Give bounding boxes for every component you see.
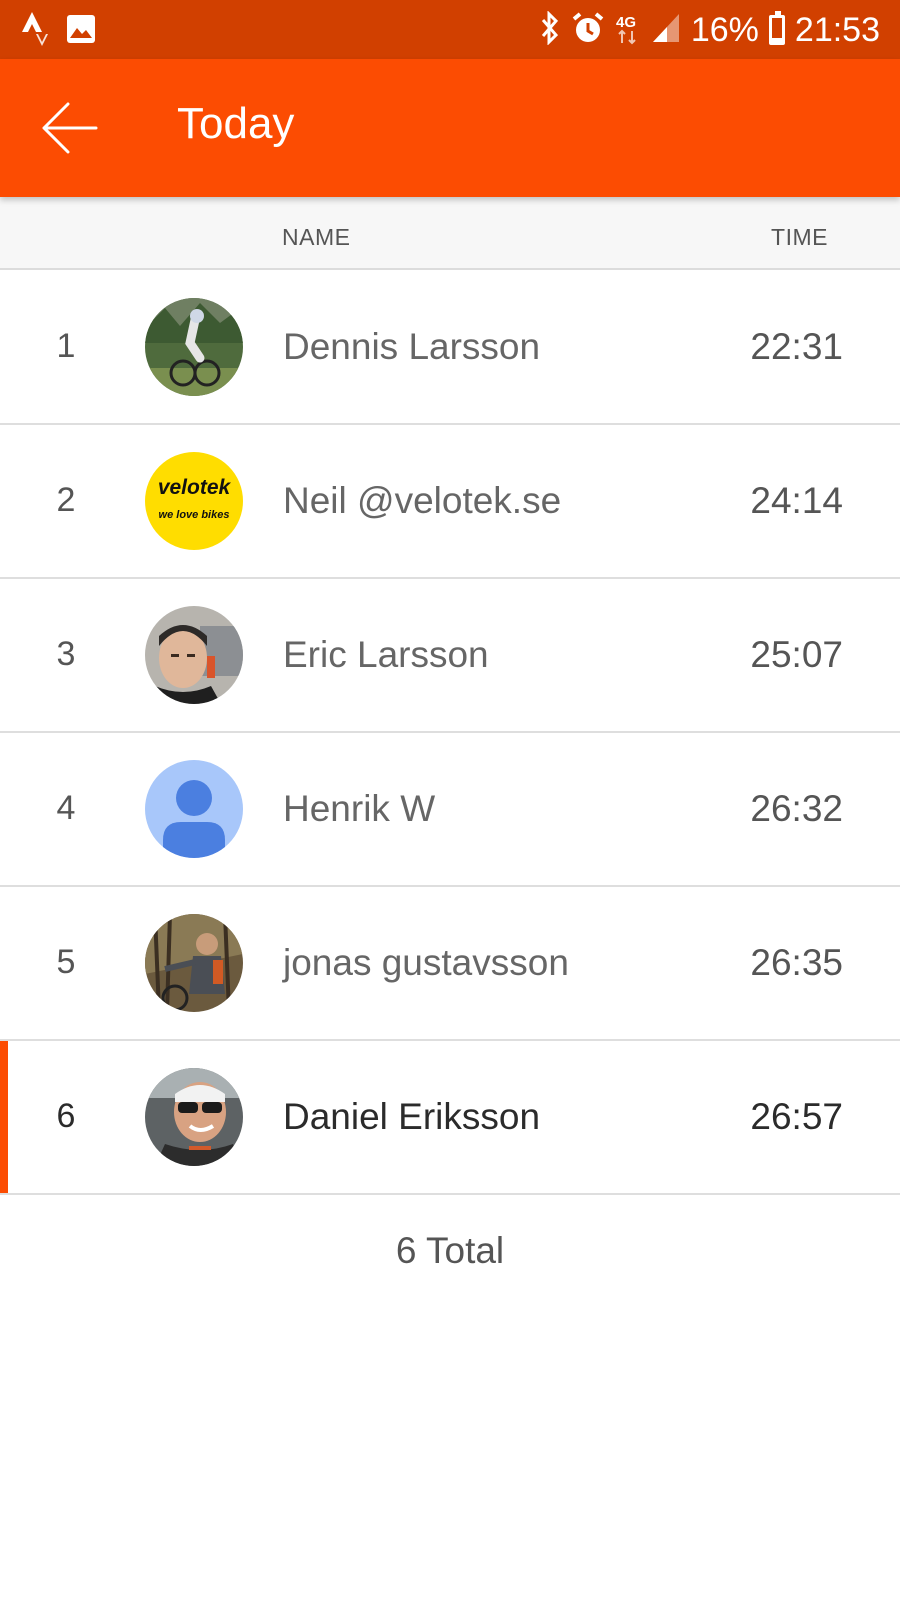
athlete-name: Daniel Eriksson <box>283 1096 541 1137</box>
rank: 6 <box>56 1097 76 1135</box>
leaderboard-list: 1 Dennis Larsson 22:31 2 velotek we love… <box>0 271 900 1195</box>
table-header: NAME TIME <box>0 197 900 270</box>
leaderboard-row[interactable]: 1 Dennis Larsson 22:31 <box>0 271 900 425</box>
avatar-photo-forest-rider[interactable] <box>145 914 243 1012</box>
athlete-name: Dennis Larsson <box>283 326 541 367</box>
column-header-name: NAME <box>282 224 351 250</box>
back-button[interactable] <box>30 93 110 163</box>
alarm-icon <box>571 11 605 50</box>
athlete-name: Henrik W <box>283 788 436 829</box>
avatar-photo-sunglasses[interactable] <box>145 1068 243 1166</box>
status-bar: 4G 16% 21:53 <box>0 0 900 59</box>
battery-icon <box>768 11 785 45</box>
default-person-icon <box>145 760 243 858</box>
leaderboard-row-current-user[interactable]: 6 Daniel Eriksson 26:57 <box>0 1041 900 1195</box>
bluetooth-icon <box>539 9 561 50</box>
leaderboard-row[interactable]: 4 Henrik W 26:32 <box>0 733 900 887</box>
time-value: 26:32 <box>750 788 843 829</box>
total-count: 6 Total <box>395 1230 505 1271</box>
4g-icon: 4G <box>615 11 641 50</box>
rank: 2 <box>56 481 76 519</box>
rank: 1 <box>56 327 76 365</box>
column-header-time: TIME <box>771 224 828 250</box>
battery-percent: 16% <box>690 11 759 49</box>
svg-text:we love bikes: we love bikes <box>159 509 230 521</box>
app-bar: Today <box>0 59 900 197</box>
image-icon <box>66 14 96 49</box>
svg-text:4G: 4G <box>616 14 636 31</box>
time-value: 25:07 <box>750 634 843 675</box>
athlete-name: Eric Larsson <box>283 634 489 675</box>
battery-level <box>771 38 782 42</box>
velotek-logo: velotek we love bikes <box>145 452 243 550</box>
page-title: Today <box>177 99 295 148</box>
time-value: 26:35 <box>750 942 843 983</box>
svg-text:velotek: velotek <box>158 476 232 499</box>
leaderboard-row[interactable]: 5 jonas gustavsson 26:35 <box>0 887 900 1041</box>
athlete-name: jonas gustavsson <box>283 942 569 983</box>
athlete-name: Neil @velotek.se <box>283 480 562 521</box>
rank: 4 <box>56 789 76 827</box>
rank: 5 <box>56 943 76 981</box>
status-clock: 21:53 <box>794 11 880 49</box>
arrow-left-icon <box>42 102 98 154</box>
avatar-photo-mountain-biker[interactable] <box>145 298 243 396</box>
avatar-default[interactable] <box>145 760 243 858</box>
rank: 3 <box>56 635 76 673</box>
time-value: 26:57 <box>750 1096 843 1137</box>
status-right: 4G 16% 21:53 <box>539 8 880 52</box>
time-value: 22:31 <box>750 326 843 367</box>
time-value: 24:14 <box>750 480 843 521</box>
leaderboard-row[interactable]: 2 velotek we love bikes Neil @velotek.se… <box>0 425 900 579</box>
avatar-photo-selfie[interactable] <box>145 606 243 704</box>
status-left-icons <box>22 12 96 51</box>
avatar-velotek-logo[interactable]: velotek we love bikes <box>145 452 243 550</box>
strava-icon <box>22 12 48 51</box>
signal-icon <box>651 12 681 49</box>
leaderboard-row[interactable]: 3 Eric Larsson 25:07 <box>0 579 900 733</box>
